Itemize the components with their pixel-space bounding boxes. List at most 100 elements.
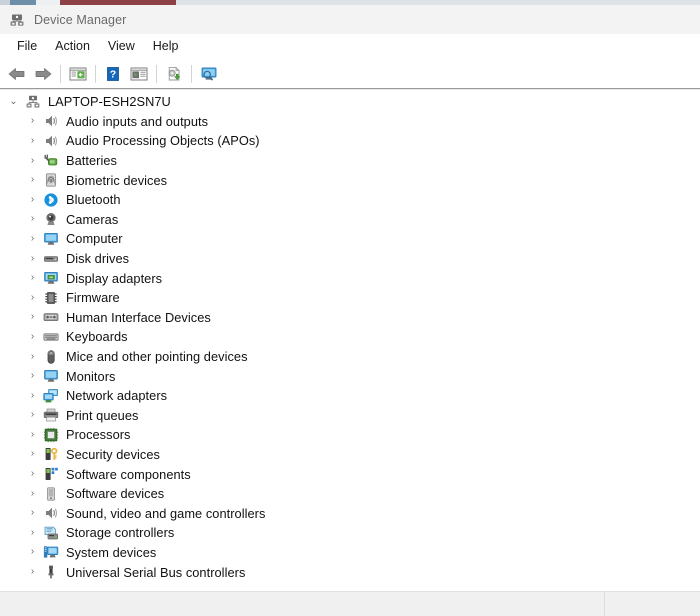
toolbar-forward-button[interactable]: [30, 62, 56, 86]
properties-icon: [130, 66, 148, 82]
chevron-right-icon[interactable]: ›: [24, 156, 41, 166]
tree-item-label: Processors: [66, 427, 131, 442]
chevron-right-icon[interactable]: ›: [24, 489, 41, 499]
tree-item-bluetooth[interactable]: › Bluetooth: [0, 190, 700, 210]
tree-item-batteries[interactable]: › Batteries: [0, 151, 700, 171]
tree-item-system-devices[interactable]: › System devices: [0, 543, 700, 563]
chevron-right-icon[interactable]: ›: [24, 547, 41, 557]
tree-item-label: Software devices: [66, 486, 164, 501]
tree-item-label: Software components: [66, 467, 191, 482]
tree-item-sound-video-and-game-controllers[interactable]: › Sound, video and game controllers: [0, 503, 700, 523]
device-tree[interactable]: ⌄ LAPTOP-ESH2SN7U ›: [0, 90, 700, 591]
tree-item-computer[interactable]: › Computer: [0, 229, 700, 249]
tree-item-software-devices[interactable]: › Software devices: [0, 484, 700, 504]
menu-action[interactable]: Action: [46, 36, 99, 57]
system-device-icon: [43, 544, 59, 560]
tree-item-audio-inputs-and-outputs[interactable]: › Audio inputs and outputs: [0, 112, 700, 132]
chevron-right-icon[interactable]: ›: [24, 352, 41, 362]
tree-item-network-adapters[interactable]: › Network adapters: [0, 386, 700, 406]
chevron-right-icon[interactable]: ›: [24, 175, 41, 185]
status-bar-left-pane: [0, 592, 605, 616]
chevron-right-icon[interactable]: ›: [24, 234, 41, 244]
speaker-icon: [43, 133, 59, 149]
network-adapter-icon: [43, 388, 59, 404]
toolbar-properties-button[interactable]: [126, 62, 152, 86]
toolbar-separator-3: [156, 65, 157, 83]
chevron-down-icon[interactable]: ⌄: [5, 97, 22, 107]
processor-icon: [43, 427, 59, 443]
toolbar-scan-hardware-button[interactable]: [196, 62, 222, 86]
forward-arrow-icon: [33, 66, 53, 82]
tree-item-software-components[interactable]: › Software components: [0, 464, 700, 484]
tree-item-print-queues[interactable]: › Print queues: [0, 406, 700, 426]
chevron-right-icon[interactable]: ›: [24, 371, 41, 381]
fingerprint-icon: [43, 172, 59, 188]
tree-item-audio-processing-objects[interactable]: › Audio Processing Objects (APOs): [0, 131, 700, 151]
tree-item-label: Audio Processing Objects (APOs): [66, 133, 260, 148]
bluetooth-icon: [43, 192, 59, 208]
tree-item-disk-drives[interactable]: › Disk drives: [0, 249, 700, 269]
menu-help[interactable]: Help: [144, 36, 188, 57]
monitor-icon: [43, 368, 59, 384]
tree-item-universal-serial-bus-controllers[interactable]: › Universal Serial Bus controllers: [0, 562, 700, 582]
tree-item-processors[interactable]: › Processors: [0, 425, 700, 445]
tree-item-label: Cameras: [66, 212, 118, 227]
tree-item-label: Firmware: [66, 290, 120, 305]
chevron-right-icon[interactable]: ›: [24, 136, 41, 146]
chevron-right-icon[interactable]: ›: [24, 332, 41, 342]
tree-item-human-interface-devices[interactable]: › Human Interface Devices: [0, 308, 700, 328]
tree-item-label: Storage controllers: [66, 525, 174, 540]
chevron-right-icon[interactable]: ›: [24, 293, 41, 303]
tree-item-label: Audio inputs and outputs: [66, 114, 208, 129]
menu-file[interactable]: File: [8, 36, 46, 57]
tree-item-storage-controllers[interactable]: › Storage controllers: [0, 523, 700, 543]
mouse-icon: [43, 349, 59, 365]
speaker-icon: [43, 505, 59, 521]
security-key-icon: [43, 446, 59, 462]
tree-item-label: Computer: [66, 231, 123, 246]
toolbar-back-button[interactable]: [4, 62, 30, 86]
toolbar-help-button[interactable]: ?: [100, 62, 126, 86]
toolbar-console-tree-button[interactable]: [65, 62, 91, 86]
tree-item-label: Keyboards: [66, 329, 128, 344]
tree-item-security-devices[interactable]: › Security devices: [0, 445, 700, 465]
menu-bar: File Action View Help: [0, 34, 700, 59]
tree-item-display-adapters[interactable]: › Display adapters: [0, 268, 700, 288]
disk-drive-icon: [43, 251, 59, 267]
tree-item-mice-and-other-pointing-devices[interactable]: › Mice and other pointing devices: [0, 347, 700, 367]
tree-root-node[interactable]: ⌄ LAPTOP-ESH2SN7U: [0, 92, 700, 112]
update-driver-icon: [166, 66, 182, 82]
software-component-icon: [43, 466, 59, 482]
chevron-right-icon[interactable]: ›: [24, 312, 41, 322]
chevron-right-icon[interactable]: ›: [24, 469, 41, 479]
software-device-icon: [43, 486, 59, 502]
chevron-right-icon[interactable]: ›: [24, 449, 41, 459]
window-title: Device Manager: [34, 13, 126, 27]
menu-view[interactable]: View: [99, 36, 144, 57]
toolbar-update-driver-button[interactable]: [161, 62, 187, 86]
tree-item-label: System devices: [66, 545, 156, 560]
tree-item-monitors[interactable]: › Monitors: [0, 366, 700, 386]
chevron-right-icon[interactable]: ›: [24, 567, 41, 577]
chevron-right-icon[interactable]: ›: [24, 195, 41, 205]
tree-item-label: Monitors: [66, 369, 115, 384]
tree-item-label: Sound, video and game controllers: [66, 506, 265, 521]
chevron-right-icon[interactable]: ›: [24, 273, 41, 283]
monitor-icon: [43, 231, 59, 247]
chevron-right-icon[interactable]: ›: [24, 254, 41, 264]
chevron-right-icon[interactable]: ›: [24, 528, 41, 538]
chevron-right-icon[interactable]: ›: [24, 214, 41, 224]
chevron-right-icon[interactable]: ›: [24, 430, 41, 440]
tree-item-cameras[interactable]: › Cameras: [0, 210, 700, 230]
chevron-right-icon[interactable]: ›: [24, 391, 41, 401]
back-arrow-icon: [7, 66, 27, 82]
tree-item-keyboards[interactable]: ›: [0, 327, 700, 347]
tree-item-firmware[interactable]: › Firmware: [0, 288, 700, 308]
tree-item-biometric-devices[interactable]: › Biometric devices: [0, 170, 700, 190]
tree-item-label: Display adapters: [66, 271, 162, 286]
chevron-right-icon[interactable]: ›: [24, 508, 41, 518]
chevron-right-icon[interactable]: ›: [24, 410, 41, 420]
device-manager-icon: [9, 12, 25, 28]
tree-item-label: Batteries: [66, 153, 117, 168]
chevron-right-icon[interactable]: ›: [24, 116, 41, 126]
